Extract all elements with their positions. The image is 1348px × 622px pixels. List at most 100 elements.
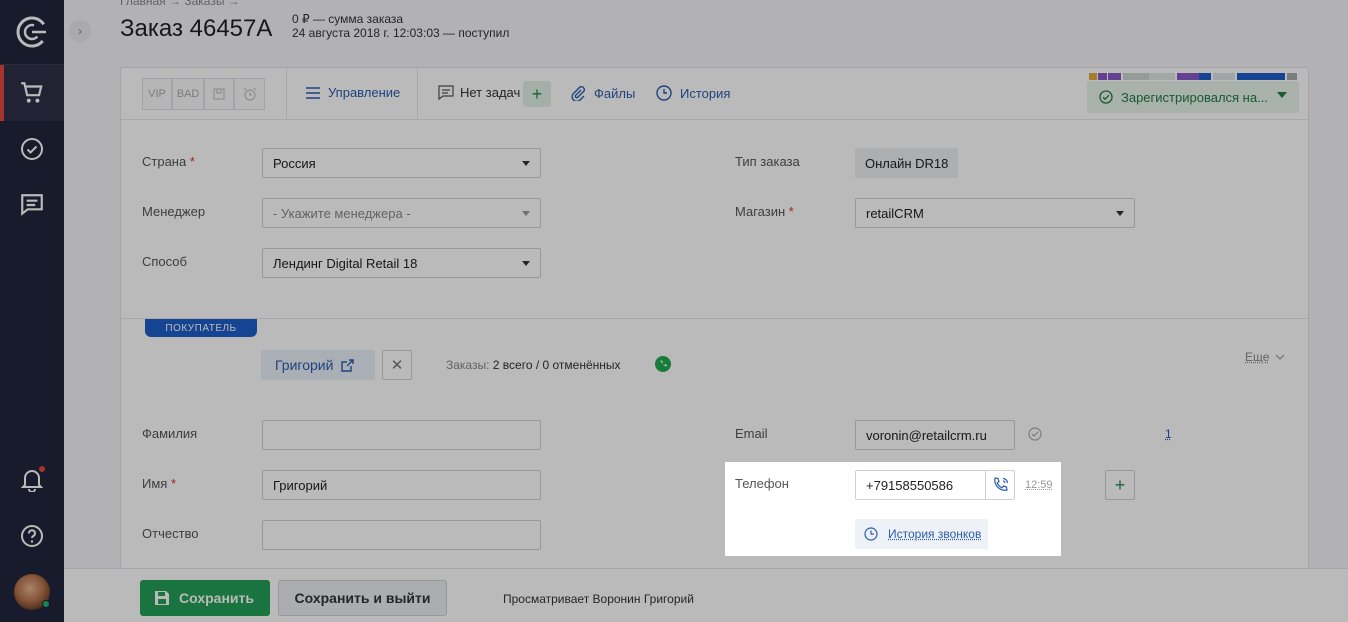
shop-label: Магазин * xyxy=(735,204,794,219)
breadcrumb[interactable]: Главная → Заказы → xyxy=(120,0,240,8)
status-history-bar[interactable] xyxy=(1213,73,1235,80)
patronymic-field[interactable] xyxy=(262,520,541,550)
page-title: Заказ 46457А xyxy=(120,15,273,42)
status-history-bar[interactable] xyxy=(1177,73,1211,80)
document-icon xyxy=(213,88,225,100)
history-label: История xyxy=(680,85,731,101)
menu-icon xyxy=(306,86,320,99)
manage-button[interactable]: Управление xyxy=(306,85,400,100)
order-card: VIP BAD Управление Нет задач + Файлы Ист… xyxy=(120,67,1309,622)
collapse-sidebar-button[interactable]: › xyxy=(69,20,91,42)
call-history-label: История звонков xyxy=(888,527,982,541)
customer-section-tag: ПОКУПАТЕЛЬ xyxy=(145,319,257,337)
phone-local-time: 12:59 xyxy=(1025,479,1053,491)
sidebar xyxy=(0,0,64,622)
footer-bar: Сохранить Сохранить и выйти Просматривае… xyxy=(64,568,1348,622)
notification-badge xyxy=(38,465,46,473)
manager-label: Менеджер xyxy=(142,204,206,219)
check-circle-icon xyxy=(21,138,43,160)
cart-icon xyxy=(21,82,43,103)
flag-button[interactable] xyxy=(204,78,234,110)
country-select[interactable]: Россия xyxy=(262,148,541,178)
chat-icon xyxy=(21,194,43,216)
close-icon: ✕ xyxy=(390,357,404,374)
chevron-down-icon xyxy=(522,261,530,266)
sidebar-item-tasks[interactable] xyxy=(0,121,64,177)
remove-customer-button[interactable]: ✕ xyxy=(382,350,412,380)
add-phone-button[interactable]: + xyxy=(1105,470,1135,500)
manage-label: Управление xyxy=(328,85,401,100)
order-date: 24 августа 2018 г. 12:03:03 — поступил xyxy=(292,26,510,40)
history-button[interactable]: История xyxy=(656,85,730,101)
chevron-down-icon xyxy=(1116,211,1124,216)
section-divider xyxy=(121,318,1308,319)
customer-name: Григорий xyxy=(275,357,334,373)
order-sum: 0 ₽ — сумма заказа xyxy=(292,12,404,26)
help-icon xyxy=(21,525,43,547)
viewer-info: Просматривает Воронин Григорий xyxy=(503,592,694,606)
save-button[interactable]: Сохранить xyxy=(140,580,270,616)
more-toggle[interactable]: Еще xyxy=(1245,350,1285,364)
call-history-button[interactable]: История звонков xyxy=(855,519,988,549)
customer-link[interactable]: Григорий xyxy=(261,350,375,380)
plus-icon: + xyxy=(1114,474,1126,495)
order-type-label: Тип заказа xyxy=(735,154,800,169)
files-label: Файлы xyxy=(594,85,636,101)
files-button[interactable]: Файлы xyxy=(570,85,635,101)
chevron-down-icon xyxy=(1277,92,1287,98)
firstname-field[interactable]: Григорий xyxy=(262,470,541,500)
whatsapp-icon[interactable] xyxy=(655,356,671,372)
order-status-label: Зарегистрировался на... xyxy=(1121,89,1268,105)
status-history-bar[interactable] xyxy=(1089,73,1121,80)
order-toolbar: VIP BAD Управление Нет задач + Файлы Ист… xyxy=(121,68,1308,120)
firstname-label: Имя * xyxy=(142,476,177,491)
sidebar-item-chats[interactable] xyxy=(0,177,64,233)
status-history-bar[interactable] xyxy=(1237,73,1285,80)
order-status-select[interactable]: Зарегистрировался на... xyxy=(1087,81,1299,113)
external-link-icon xyxy=(341,358,355,372)
clock-icon xyxy=(656,85,672,101)
lastname-field[interactable] xyxy=(262,420,541,450)
paperclip-icon xyxy=(571,86,585,101)
phone-label: Телефон xyxy=(735,476,789,491)
add-task-button[interactable]: + xyxy=(523,81,551,107)
email-count-link[interactable]: 1 xyxy=(1165,427,1172,441)
logo-icon[interactable] xyxy=(0,4,64,60)
plus-icon: + xyxy=(531,83,543,104)
method-select[interactable]: Лендинг Digital Retail 18 xyxy=(262,248,541,278)
method-label: Способ xyxy=(142,254,187,269)
chevron-down-icon xyxy=(522,161,530,166)
alarm-icon xyxy=(243,87,256,101)
verify-icon[interactable] xyxy=(1028,427,1042,441)
manager-select[interactable]: - Укажите менеджера - xyxy=(262,198,541,228)
sidebar-item-help[interactable] xyxy=(0,508,64,564)
email-field[interactable]: voronin@retailcrm.ru xyxy=(855,420,1015,450)
tasks-label: Нет задач xyxy=(460,85,521,100)
phone-call-icon xyxy=(993,477,1008,491)
reminder-button[interactable] xyxy=(234,78,265,110)
floppy-icon xyxy=(155,591,169,605)
sidebar-item-notifications[interactable] xyxy=(0,452,64,508)
tag-bad-button[interactable]: BAD xyxy=(172,78,204,110)
chevron-down-icon xyxy=(1275,354,1285,360)
call-button[interactable] xyxy=(985,470,1015,500)
shop-select[interactable]: retailCRM xyxy=(855,198,1135,228)
toolbar-separator xyxy=(286,68,287,120)
country-label: Страна * xyxy=(142,154,195,169)
patronymic-label: Отчество xyxy=(142,526,199,541)
customer-orders-info: Заказы: 2 всего / 0 отменённых xyxy=(446,358,621,372)
save-and-exit-button[interactable]: Сохранить и выйти xyxy=(278,580,447,616)
clock-icon xyxy=(864,527,878,541)
sidebar-item-orders[interactable] xyxy=(0,65,64,121)
tasks-button[interactable]: Нет задач xyxy=(438,85,520,100)
toolbar-separator xyxy=(417,68,418,120)
lastname-label: Фамилия xyxy=(142,426,198,441)
status-history-bar[interactable] xyxy=(1123,73,1175,80)
order-type-value: Онлайн DR18 xyxy=(855,148,959,178)
chevron-down-icon xyxy=(522,211,530,216)
tag-vip-button[interactable]: VIP xyxy=(142,78,172,110)
check-circle-icon xyxy=(1099,90,1113,104)
save-label: Сохранить xyxy=(179,590,254,606)
status-history-bar[interactable] xyxy=(1287,73,1297,80)
email-label: Email xyxy=(735,426,768,441)
